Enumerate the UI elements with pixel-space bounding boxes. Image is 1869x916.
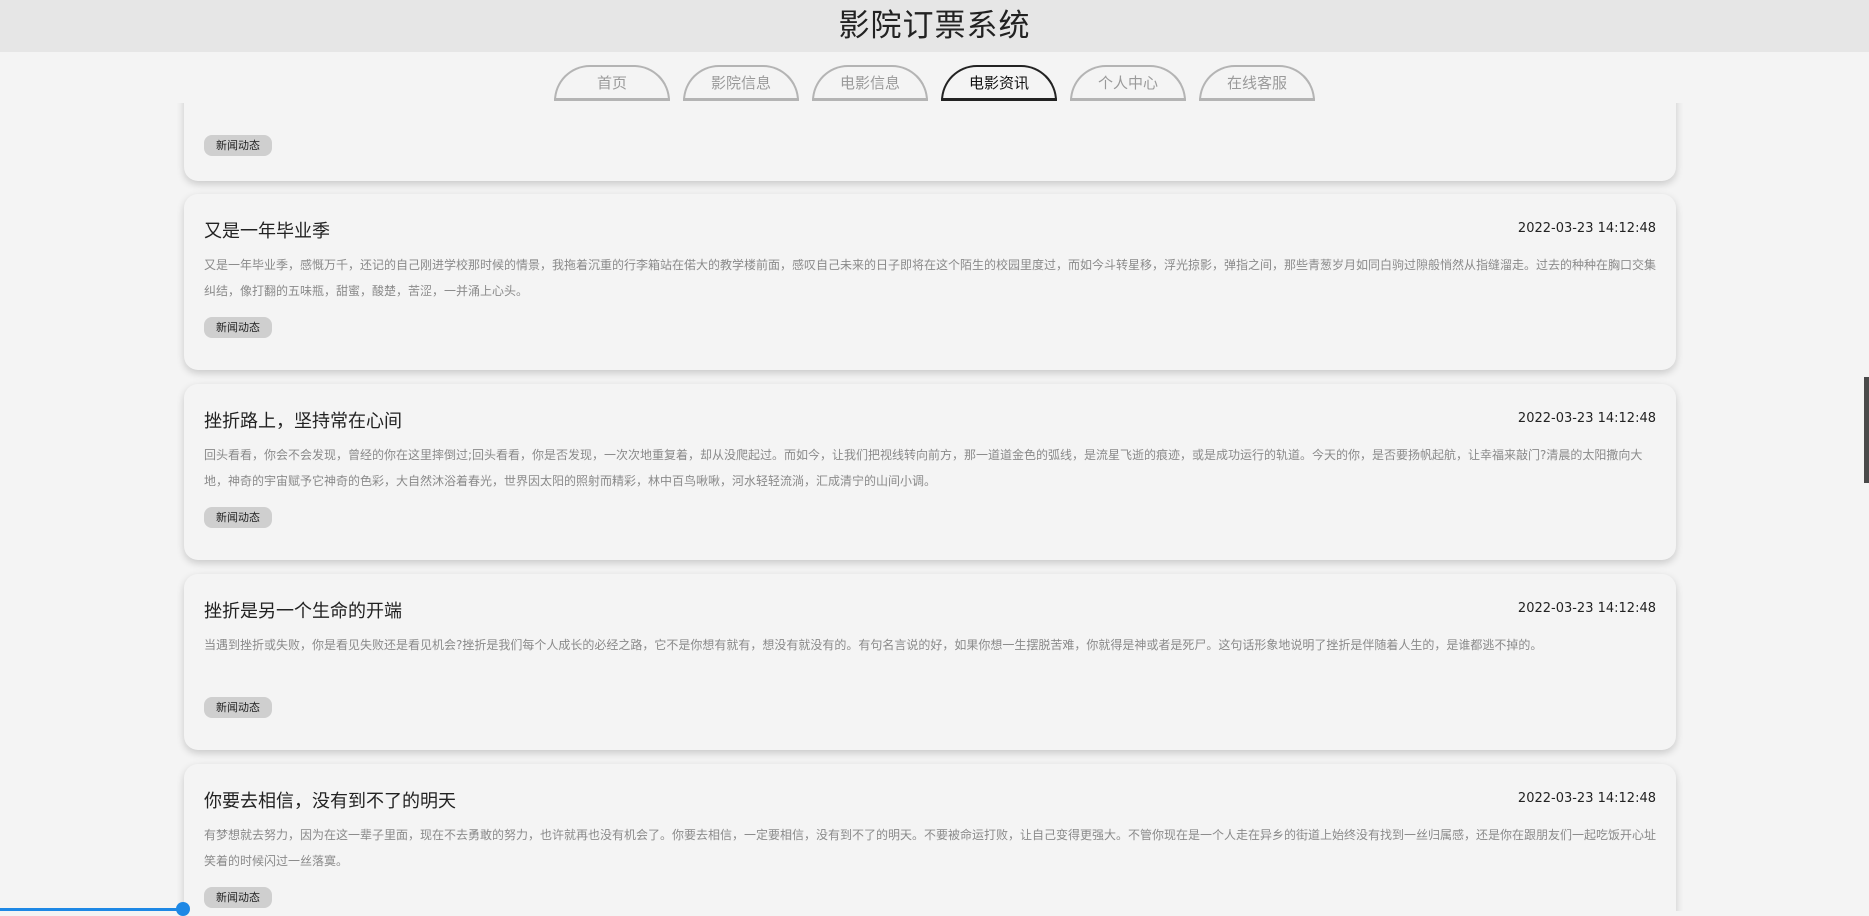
news-date: 2022-03-23 14:12:48	[1518, 601, 1656, 616]
news-title[interactable]: 你要去相信，没有到不了的明天	[204, 787, 456, 813]
tab-movie-news[interactable]: 电影资讯	[941, 65, 1057, 101]
news-card[interactable]: 又是一年毕业季 2022-03-23 14:12:48 又是一年毕业季，感慨万千…	[184, 194, 1676, 370]
header-bar: 影院订票系统	[0, 0, 1869, 52]
page-progress-handle[interactable]	[176, 902, 190, 916]
news-date: 2022-03-23 14:12:48	[1518, 791, 1656, 806]
news-tag[interactable]: 新闻动态	[204, 507, 272, 528]
news-tag[interactable]: 新闻动态	[204, 887, 272, 908]
news-card[interactable]: 你要去相信，没有到不了的明天 2022-03-23 14:12:48 有梦想就去…	[184, 764, 1676, 911]
tab-cinema-info[interactable]: 影院信息	[683, 65, 799, 101]
main-nav: 首页 影院信息 电影信息 电影资讯 个人中心 在线客服	[0, 65, 1869, 103]
news-title[interactable]: 挫折路上，坚持常在心间	[204, 407, 402, 433]
news-title[interactable]: 又是一年毕业季	[204, 217, 330, 243]
news-card[interactable]: 挫折是另一个生命的开端 2022-03-23 14:12:48 当遇到挫折或失败…	[184, 574, 1676, 750]
news-card-partial[interactable]: 新闻动态	[184, 103, 1676, 181]
news-date: 2022-03-23 14:12:48	[1518, 411, 1656, 426]
news-summary: 有梦想就去努力，因为在这一辈子里面，现在不去勇敢的努力，也许就再也没有机会了。你…	[204, 822, 1656, 874]
news-tag[interactable]: 新闻动态	[204, 317, 272, 338]
tab-online-service[interactable]: 在线客服	[1199, 65, 1315, 101]
news-title[interactable]: 挫折是另一个生命的开端	[204, 597, 402, 623]
news-summary: 又是一年毕业季，感慨万千，还记的自己刚进学校那时候的情景，我拖着沉重的行李箱站在…	[204, 252, 1656, 304]
news-list[interactable]: 新闻动态 又是一年毕业季 2022-03-23 14:12:48 又是一年毕业季…	[0, 103, 1869, 911]
tab-personal-center[interactable]: 个人中心	[1070, 65, 1186, 101]
news-tag[interactable]: 新闻动态	[204, 697, 272, 718]
tab-movie-info[interactable]: 电影信息	[812, 65, 928, 101]
scrollbar-thumb[interactable]	[1864, 377, 1869, 483]
news-card[interactable]: 挫折路上，坚持常在心间 2022-03-23 14:12:48 回头看看，你会不…	[184, 384, 1676, 560]
news-summary: 回头看看，你会不会发现，曾经的你在这里摔倒过;回头看看，你是否发现，一次次地重复…	[204, 442, 1656, 494]
tab-home[interactable]: 首页	[554, 65, 670, 101]
site-title: 影院订票系统	[839, 6, 1031, 46]
news-tag[interactable]: 新闻动态	[204, 135, 272, 156]
news-date: 2022-03-23 14:12:48	[1518, 221, 1656, 236]
news-summary: 当遇到挫折或失败，你是看见失败还是看见机会?挫折是我们每个人成长的必经之路，它不…	[204, 632, 1656, 658]
